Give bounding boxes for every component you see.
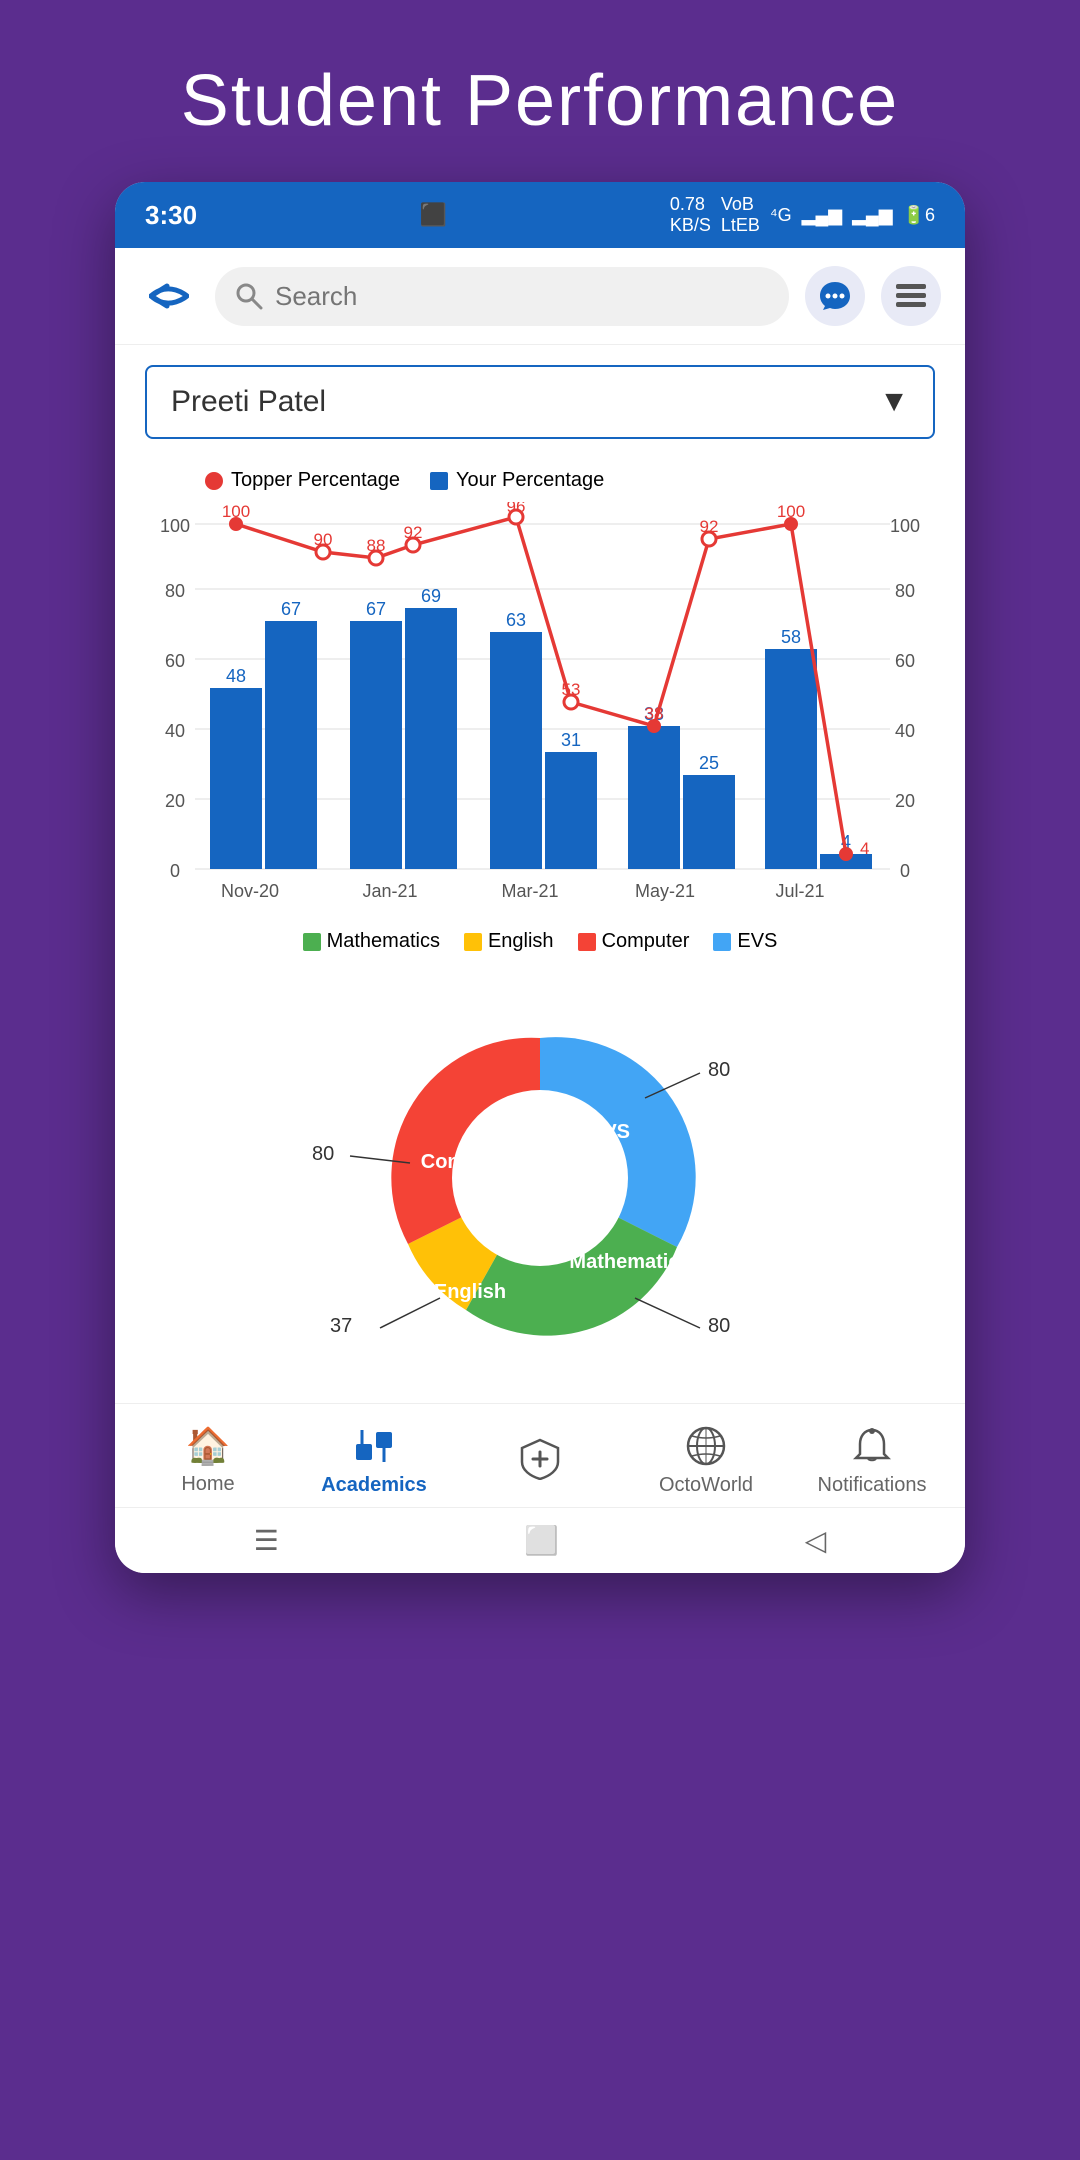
svg-text:63: 63 — [506, 610, 526, 630]
svg-text:96: 96 — [507, 502, 526, 516]
status-bar: 3:30 ⬛ 0.78KB/S VoBLtEB ⁴G ▂▄▆ ▂▄▆ 🔋6 — [115, 182, 965, 248]
nav-octoworld[interactable]: OctoWorld — [646, 1424, 766, 1497]
svg-text:Mathematics: Mathematics — [569, 1251, 690, 1273]
svg-text:90: 90 — [314, 530, 333, 549]
status-right: 0.78KB/S VoBLtEB ⁴G ▂▄▆ ▂▄▆ 🔋6 — [670, 194, 935, 236]
svg-text:0: 0 — [170, 861, 180, 881]
search-input[interactable] — [275, 281, 769, 312]
bar-chart-container: Topper Percentage Your Percentage 100 80… — [145, 459, 935, 963]
donut-chart-section: EVS Mathematics English Computer 80 80 — [145, 963, 935, 1383]
phone-frame: 3:30 ⬛ 0.78KB/S VoBLtEB ⁴G ▂▄▆ ▂▄▆ 🔋6 — [115, 182, 965, 1573]
svg-text:EVS: EVS — [590, 1121, 630, 1143]
nav-notifications-label: Notifications — [818, 1474, 927, 1497]
battery: 🔋6 — [903, 205, 935, 226]
chat-button[interactable] — [805, 266, 865, 326]
svg-text:Nov-20: Nov-20 — [221, 881, 279, 901]
signal-4g: ⁴G — [770, 205, 792, 226]
student-name: Preeti Patel — [171, 385, 326, 419]
nav-octoworld-label: OctoWorld — [659, 1474, 753, 1497]
svg-text:Computer: Computer — [421, 1151, 516, 1173]
back-sys-btn[interactable]: ◁ — [805, 1524, 827, 1557]
svg-text:100: 100 — [890, 516, 920, 536]
nav-academics[interactable]: Academics — [314, 1424, 434, 1497]
search-icon — [235, 282, 263, 310]
legend-evs: EVS — [713, 930, 777, 953]
nav-center[interactable] — [480, 1436, 600, 1486]
svg-text:60: 60 — [895, 651, 915, 671]
svg-text:25: 25 — [699, 753, 719, 773]
voip-icon: VoBLtEB — [721, 194, 760, 236]
academics-icon — [352, 1424, 396, 1468]
globe-icon — [684, 1424, 728, 1468]
legend-english: English — [464, 930, 554, 953]
dropdown-arrow: ▼ — [879, 385, 909, 419]
svg-text:100: 100 — [160, 516, 190, 536]
back-button[interactable] — [139, 266, 199, 326]
screen-icon: ⬛ — [420, 202, 447, 228]
nav-home-label: Home — [181, 1473, 234, 1496]
svg-text:67: 67 — [366, 599, 386, 619]
svg-text:Jan-21: Jan-21 — [362, 881, 417, 901]
svg-text:92: 92 — [700, 517, 719, 536]
svg-text:58: 58 — [781, 627, 801, 647]
svg-text:100: 100 — [222, 502, 250, 521]
system-nav: ☰ ⬜ ◁ — [115, 1507, 965, 1573]
legend-yours: Your Percentage — [430, 469, 604, 492]
svg-text:English: English — [434, 1281, 506, 1303]
svg-text:37: 37 — [330, 1315, 352, 1337]
svg-text:20: 20 — [895, 791, 915, 811]
svg-text:80: 80 — [708, 1315, 730, 1337]
legend-math: Mathematics — [303, 930, 440, 953]
svg-text:69: 69 — [421, 586, 441, 606]
svg-text:0: 0 — [900, 861, 910, 881]
svg-text:Mar-21: Mar-21 — [501, 881, 558, 901]
time: 3:30 — [145, 200, 197, 231]
svg-text:60: 60 — [165, 651, 185, 671]
svg-text:May-21: May-21 — [635, 881, 695, 901]
nav-academics-label: Academics — [321, 1474, 427, 1497]
svg-text:38: 38 — [645, 704, 664, 723]
bar-chart: 100 80 60 40 20 0 100 80 60 40 20 0 — [145, 502, 935, 922]
home-icon: 🏠 — [186, 1425, 231, 1467]
svg-text:40: 40 — [165, 721, 185, 741]
svg-text:88: 88 — [367, 536, 386, 555]
chart-legend-bottom: Mathematics English Computer EVS — [145, 930, 935, 953]
main-content: Preeti Patel ▼ Topper Percentage Your Pe… — [115, 345, 965, 1403]
page-title: Student Performance — [0, 0, 1080, 182]
signal-bars: ▂▄▆ — [802, 205, 842, 226]
legend-topper: Topper Percentage — [205, 469, 400, 492]
search-bar[interactable] — [215, 267, 789, 326]
svg-text:80: 80 — [708, 1059, 730, 1081]
svg-text:100: 100 — [777, 502, 805, 521]
nav-notifications[interactable]: Notifications — [812, 1424, 932, 1497]
svg-text:48: 48 — [226, 666, 246, 686]
svg-text:4: 4 — [860, 839, 869, 858]
menu-button[interactable] — [881, 266, 941, 326]
bell-icon — [850, 1424, 894, 1468]
top-nav — [115, 248, 965, 345]
chart-legend-top: Topper Percentage Your Percentage — [145, 469, 935, 492]
svg-text:80: 80 — [312, 1143, 334, 1165]
bottom-nav: 🏠 Home Academics — [115, 1403, 965, 1507]
svg-text:80: 80 — [895, 581, 915, 601]
svg-text:67: 67 — [281, 599, 301, 619]
svg-text:Jul-21: Jul-21 — [775, 881, 824, 901]
svg-text:53: 53 — [562, 680, 581, 699]
nav-home[interactable]: 🏠 Home — [148, 1425, 268, 1496]
svg-text:80: 80 — [165, 581, 185, 601]
svg-text:40: 40 — [895, 721, 915, 741]
home-sys-btn[interactable]: ⬜ — [524, 1524, 559, 1557]
student-dropdown[interactable]: Preeti Patel ▼ — [145, 365, 935, 439]
shield-plus-icon — [518, 1436, 562, 1480]
menu-sys-btn[interactable]: ☰ — [254, 1524, 279, 1557]
svg-text:92: 92 — [404, 523, 423, 542]
svg-text:20: 20 — [165, 791, 185, 811]
signal-bars2: ▂▄▆ — [852, 205, 892, 226]
network-speed: 0.78KB/S — [670, 194, 711, 236]
page-background: Student Performance 3:30 ⬛ 0.78KB/S VoBL… — [0, 0, 1080, 2160]
svg-text:31: 31 — [561, 730, 581, 750]
legend-computer: Computer — [578, 930, 690, 953]
